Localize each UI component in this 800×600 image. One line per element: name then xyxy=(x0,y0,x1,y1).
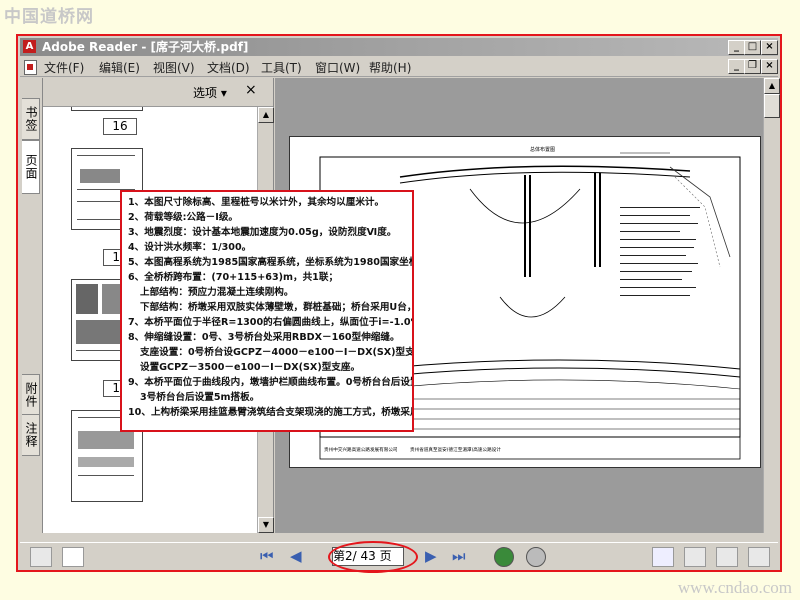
first-page-icon[interactable]: ⏮ xyxy=(260,548,274,564)
options-menu[interactable]: 选项 ▾ xyxy=(193,84,227,101)
menu-view[interactable]: 视图(V) xyxy=(153,59,195,76)
navigation-tabs: 书签 页面 附件 注释 xyxy=(20,78,43,533)
menu-edit[interactable]: 编辑(E) xyxy=(99,59,140,76)
tab-pages[interactable]: 页面 xyxy=(22,140,40,194)
note-line: 8、伸缩缝设置：0号、3号桥台处采用RBDX－160型伸缩缝。 xyxy=(128,332,400,343)
notes-overlay: 1、本图尺寸除标高、里程桩号以米计外，其余均以厘米计。 2、荷载等级:公路－Ⅰ级… xyxy=(120,190,414,432)
menu-help[interactable]: 帮助(H) xyxy=(369,59,411,76)
menu-file[interactable]: 文件(F) xyxy=(44,59,84,76)
document-icon[interactable] xyxy=(24,60,37,75)
watermark-top: 中国道桥网 xyxy=(4,7,94,27)
note-line: 1、本图尺寸除标高、里程桩号以米计外，其余均以厘米计。 xyxy=(128,197,385,208)
page-number: 16 xyxy=(103,118,137,135)
drawing-footer-owner: 贵州中交兴路高速公路发展有限公司 xyxy=(324,446,398,453)
next-page-icon[interactable]: ▶ xyxy=(425,548,437,564)
note-line: 设置GCPZ－3500－e100－Ⅰ－DX(SX)型支座。 xyxy=(140,362,361,373)
note-line: 支座设置：0号桥台设GCPZ－4000－e100－Ⅰ－DX(SX)型支座，3号桥… xyxy=(140,347,414,358)
facing-icon[interactable] xyxy=(716,547,738,567)
tab-attachments[interactable]: 附件 xyxy=(22,374,40,416)
menu-window[interactable]: 窗口(W) xyxy=(315,59,360,76)
note-line: 5、本图高程系统为1985国家高程系统，坐标系统为1980国家坐标系统。 xyxy=(128,257,412,268)
scroll-up-icon[interactable]: ▲ xyxy=(258,107,274,123)
note-line: 6、全桥桥跨布置：(70+115+63)m，共1联； xyxy=(128,272,339,283)
note-line: 2、荷载等级:公路－Ⅰ级。 xyxy=(128,212,239,223)
tab-comments[interactable]: 注释 xyxy=(22,414,40,456)
menu-document[interactable]: 文档(D) xyxy=(207,59,250,76)
note-line: 下部结构：桥墩采用双肢实体薄壁墩，群桩基础；桥台采用U台，扩大基础。 xyxy=(140,302,414,313)
pages-panel-header: 选项 ▾ × xyxy=(43,78,273,107)
doc-minimize-button[interactable]: _ xyxy=(728,59,745,74)
adobe-reader-icon: A xyxy=(23,40,36,53)
scroll-down-icon[interactable]: ▼ xyxy=(258,517,274,533)
continuous-facing-icon[interactable] xyxy=(748,547,770,567)
window-title: Adobe Reader - [席子河大桥.pdf] xyxy=(42,40,249,54)
scroll-split xyxy=(763,36,778,64)
drawing-footer-project: 贵州省道真至瓮安(德江至湄潭)高速公路设计 xyxy=(410,446,501,453)
title-bar: A Adobe Reader - [席子河大桥.pdf] _ □ × xyxy=(20,38,778,56)
tab-bookmarks[interactable]: 书签 xyxy=(22,98,40,140)
maximize-button[interactable]: □ xyxy=(744,40,761,55)
note-line: 9、本桥平面位于曲线段内，墩墙护栏顺曲线布置。0号桥台台后设置8m搭板， xyxy=(128,377,412,388)
document-scrollbar[interactable]: ▲ xyxy=(763,78,780,533)
minimize-button[interactable]: _ xyxy=(728,40,745,55)
note-line: 3、地震烈度：设计基本地震加速度为0.05g，设防烈度Ⅵ度。 xyxy=(128,227,397,238)
note-line: 7、本桥平面位于半径R=1300的右偏圆曲线上，纵面位于i=-1.0%下坡直线上… xyxy=(128,317,412,328)
scroll-up-icon[interactable]: ▲ xyxy=(764,78,780,94)
drawing-caption: 总体布置图 xyxy=(530,146,555,153)
page-thumbnail[interactable] xyxy=(71,107,143,111)
page-size-icon[interactable] xyxy=(30,547,52,567)
last-page-icon[interactable]: ⏭ xyxy=(452,548,466,564)
note-line: 10、上构桥梁采用挂篮悬臂浇筑结合支架现浇的施工方式，桥墩采用滑模或翻模施工。 xyxy=(128,407,412,418)
go-forward-icon[interactable] xyxy=(526,547,546,567)
single-page-icon[interactable] xyxy=(652,547,674,567)
note-line: 4、设计洪水频率：1/300。 xyxy=(128,242,252,253)
watermark-bottom: www.cndao.com xyxy=(677,578,792,597)
previous-page-icon[interactable]: ◀ xyxy=(290,548,302,564)
continuous-icon[interactable] xyxy=(684,547,706,567)
page-layout-icon[interactable] xyxy=(62,547,84,567)
page-indicator-highlight xyxy=(328,541,418,573)
note-line: 3号桥台台后设置5m搭板。 xyxy=(140,392,260,403)
menu-tools[interactable]: 工具(T) xyxy=(261,59,302,76)
doc-restore-button[interactable]: ❐ xyxy=(744,59,761,74)
scroll-thumb[interactable] xyxy=(764,94,780,118)
note-line: 上部结构：预应力混凝土连续刚构。 xyxy=(140,287,294,298)
go-back-icon[interactable] xyxy=(494,547,514,567)
close-panel-icon[interactable]: × xyxy=(245,82,257,98)
menu-bar: 文件(F) 编辑(E) 视图(V) 文档(D) 工具(T) 窗口(W) 帮助(H… xyxy=(20,57,778,77)
